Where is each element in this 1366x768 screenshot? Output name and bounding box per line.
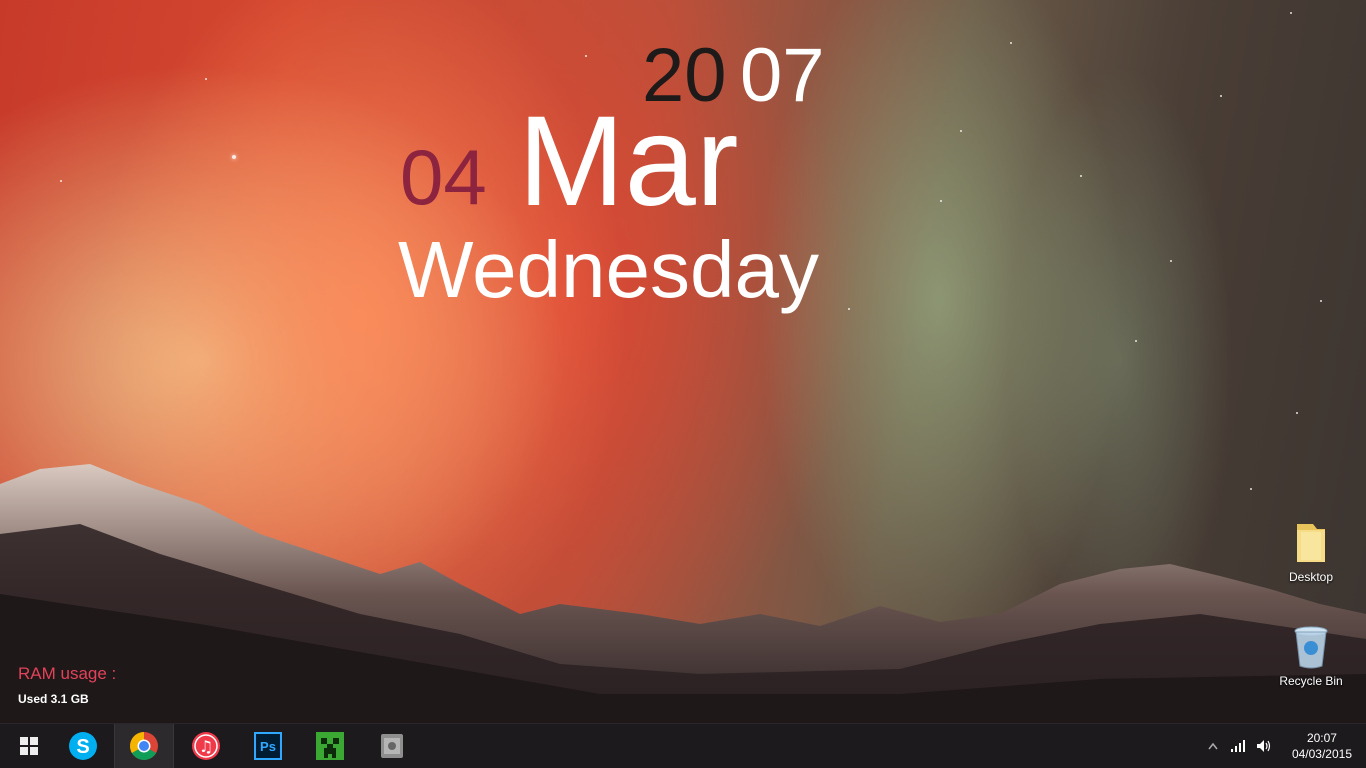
chrome-icon: [130, 732, 158, 760]
tray-volume-button[interactable]: [1256, 724, 1276, 768]
star: [960, 130, 962, 132]
desktop-icon-label: Recycle Bin: [1279, 674, 1343, 688]
photoshop-icon: Ps: [254, 732, 282, 760]
star: [1296, 412, 1298, 414]
speaker-icon: [1257, 740, 1271, 752]
minecraft-icon: [316, 732, 344, 760]
star: [1220, 95, 1222, 97]
tray-show-hidden-button[interactable]: [1208, 724, 1222, 768]
star: [232, 155, 236, 159]
recycle-bin-icon: [1291, 624, 1331, 670]
day-number: 04: [400, 133, 487, 221]
star: [1170, 260, 1172, 262]
year-suffix: 07: [740, 33, 825, 118]
star: [1080, 175, 1082, 177]
mountain-range: [0, 464, 1366, 724]
taskbar-skype-button[interactable]: S: [54, 724, 112, 768]
star: [1135, 340, 1137, 342]
network-signal-icon: [1231, 740, 1245, 752]
clock-date: 04/03/2015: [1291, 747, 1352, 761]
desktop-icon-label: Desktop: [1288, 570, 1334, 584]
taskbar-chrome-button[interactable]: [114, 724, 174, 768]
star: [940, 200, 942, 202]
star: [1290, 12, 1292, 14]
skype-icon: S: [69, 732, 97, 760]
taskbar-photoshop-button[interactable]: Ps: [239, 724, 297, 768]
desktop-icon-recycle-bin[interactable]: Recycle Bin: [1271, 624, 1351, 688]
taskbar: S ♫ Ps 20:07 04/03/2015: [0, 723, 1366, 768]
taskbar-photo-app-button[interactable]: [363, 724, 421, 768]
month-name: Mar: [518, 90, 739, 233]
star: [1010, 42, 1012, 44]
photoshop-label: Ps: [260, 739, 276, 754]
camera-app-icon: [381, 734, 403, 758]
svg-text:♫: ♫: [199, 737, 213, 756]
clock-time: 20:07: [1306, 731, 1337, 745]
star: [585, 55, 587, 57]
star: [60, 180, 62, 182]
star: [848, 308, 850, 310]
weekday-name: Wednesday: [398, 225, 820, 314]
windows-start-icon: [20, 737, 38, 755]
ram-usage-value: Used 3.1 GB: [18, 692, 89, 706]
taskbar-itunes-button[interactable]: ♫: [177, 724, 235, 768]
star: [205, 78, 207, 80]
star: [1320, 300, 1322, 302]
folder-icon: [1291, 520, 1331, 566]
start-button[interactable]: [0, 724, 58, 768]
itunes-icon: ♫: [192, 732, 220, 760]
desktop-wallpaper: 20 07 04 Mar Wednesday RAM usage : Used …: [0, 0, 1366, 768]
svg-text:S: S: [76, 736, 89, 758]
desktop-icon-desktop-folder[interactable]: Desktop: [1271, 520, 1351, 584]
taskbar-minecraft-button[interactable]: [301, 724, 359, 768]
ram-usage-title: RAM usage :: [18, 664, 117, 683]
taskbar-clock[interactable]: 20:07 04/03/2015: [1292, 730, 1352, 762]
chevron-up-icon: [1208, 742, 1218, 750]
tray-network-button[interactable]: [1230, 724, 1250, 768]
